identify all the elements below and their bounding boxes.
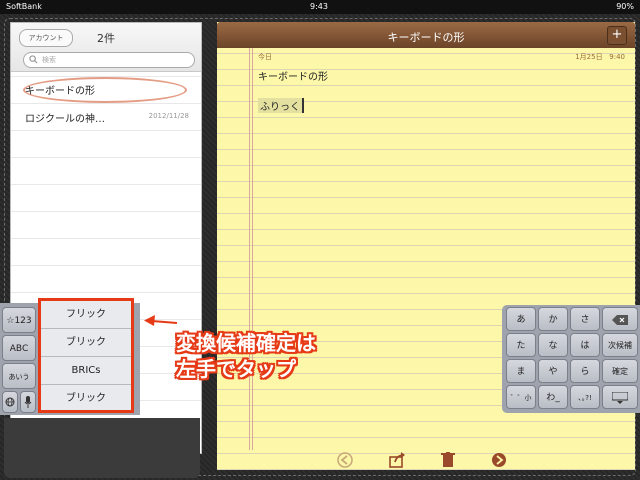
note-body-input[interactable]: ふりっく [258, 98, 304, 113]
note-header-title: キーボードの形 [387, 31, 465, 44]
status-bar: SoftBank 9:43 90% [0, 0, 640, 14]
kana-key[interactable]: わ_ [538, 385, 568, 409]
note-toolbar [217, 450, 635, 470]
kana-key[interactable]: は [570, 333, 600, 357]
candidate-item[interactable]: BRICs [41, 357, 131, 385]
add-note-button[interactable]: + [607, 26, 627, 45]
conversion-candidates: フリック ブリック BRICs ブリック [38, 298, 134, 413]
note-list-item[interactable]: キーボードの形 [11, 75, 201, 103]
search-input[interactable]: 検索 [23, 52, 195, 68]
annotation-line: 変換候補確定は [176, 331, 316, 355]
note-item-title: キーボードの形 [25, 86, 95, 97]
next-note-icon[interactable] [491, 452, 507, 468]
microphone-icon [24, 396, 32, 408]
kana-key[interactable]: た [506, 333, 536, 357]
next-candidate-key[interactable]: 次候補 [602, 333, 638, 357]
backspace-icon [612, 315, 628, 325]
note-item-date: 2012/11/28 [148, 112, 189, 120]
margin-line [249, 48, 250, 450]
right-keyboard: あ か さ た な は 次候補 ま や ら 確定 ゛゜小 わ_ ､｡?! [502, 305, 640, 413]
search-placeholder: 検索 [42, 56, 56, 64]
annotation-text: 変換候補確定は 左手でタップ [176, 330, 316, 382]
note-date: 1月25日 [575, 53, 603, 61]
share-icon[interactable] [389, 452, 407, 468]
kana-key[interactable]: あ [506, 307, 536, 331]
case-cover [4, 418, 200, 478]
globe-icon [5, 397, 15, 407]
kana-key[interactable]: さ [570, 307, 600, 331]
list-header: アカウント 2件 検索 [11, 23, 201, 72]
dakuten-key[interactable]: ゛゜小 [506, 385, 536, 409]
battery-percent: 90% [616, 2, 634, 11]
candidate-item[interactable]: フリック [41, 301, 131, 329]
annotation-arrow [144, 315, 178, 326]
note-header: キーボードの形 + [217, 22, 635, 48]
candidate-item[interactable]: ブリック [41, 329, 131, 357]
kana-key[interactable]: あいう [2, 363, 36, 389]
search-icon [29, 55, 38, 64]
keyboard-hide-icon [611, 391, 629, 404]
globe-key[interactable] [2, 391, 18, 413]
symbol-key[interactable]: ☆123 [2, 307, 36, 333]
note-time: 9:40 [609, 53, 625, 61]
kana-key[interactable]: か [538, 307, 568, 331]
trash-icon[interactable] [441, 452, 455, 468]
dictation-key[interactable] [20, 391, 36, 413]
hide-keyboard-key[interactable] [602, 385, 638, 409]
kana-key[interactable]: や [538, 359, 568, 383]
abc-key[interactable]: ABC [2, 335, 36, 361]
note-list-item[interactable]: ロジクールの神… 2012/11/28 [11, 103, 201, 129]
kana-key[interactable]: な [538, 333, 568, 357]
note-body-line[interactable]: キーボードの形 [258, 68, 328, 83]
clock: 9:43 [310, 2, 328, 11]
previous-note-icon[interactable] [337, 452, 353, 468]
annotation-line: 左手でタップ [176, 357, 296, 381]
note-day-label: 今日 [258, 53, 272, 61]
candidate-item[interactable]: ブリック [41, 385, 131, 412]
note-timestamp: 1月25日 9:40 [575, 52, 625, 62]
list-title: 2件 [97, 32, 115, 45]
carrier-label: SoftBank [6, 2, 42, 11]
confirm-key[interactable]: 確定 [602, 359, 638, 383]
kana-key[interactable]: ま [506, 359, 536, 383]
backspace-key[interactable] [602, 307, 638, 331]
kana-key[interactable]: ら [570, 359, 600, 383]
note-item-title: ロジクールの神… [25, 114, 105, 125]
margin-line [252, 48, 253, 450]
punctuation-key[interactable]: ､｡?! [570, 385, 600, 409]
